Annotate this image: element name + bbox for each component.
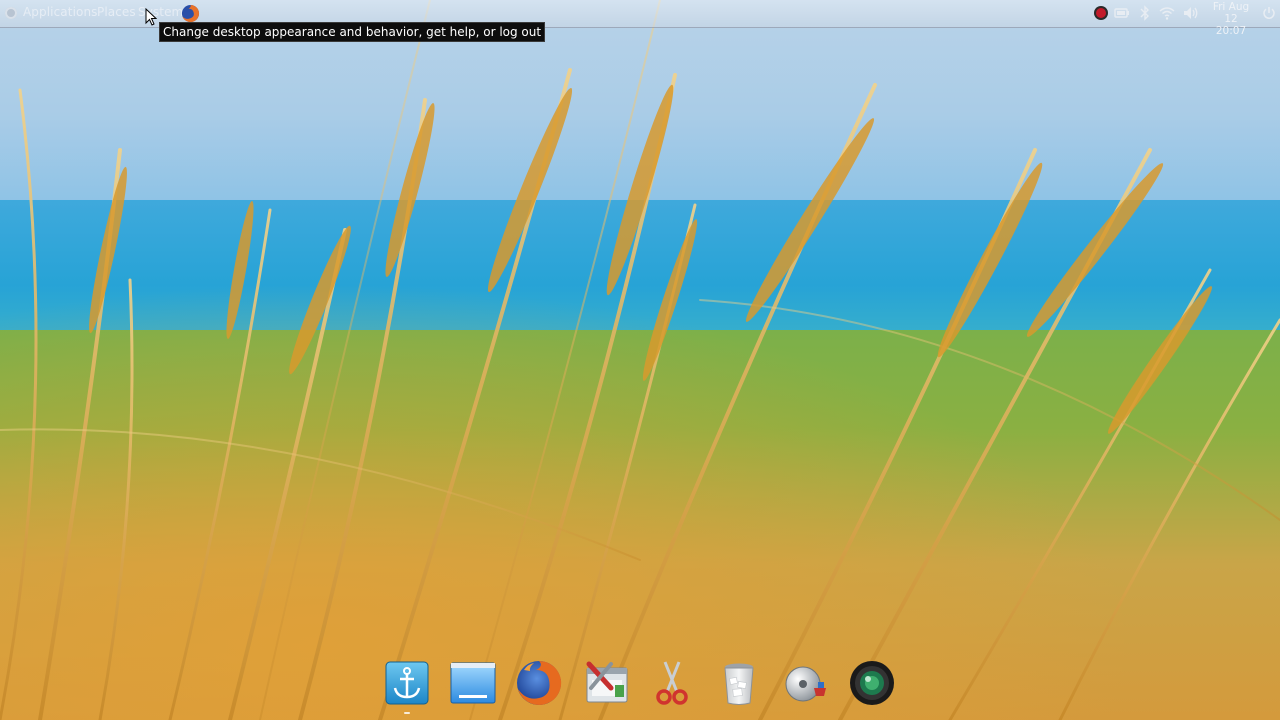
battery-icon[interactable] xyxy=(1114,5,1130,21)
dock xyxy=(376,652,906,720)
places-menu[interactable]: Places xyxy=(97,5,136,19)
firefox-icon[interactable] xyxy=(181,4,200,23)
applications-menu[interactable]: Applications xyxy=(23,5,98,19)
running-indicator xyxy=(404,712,410,714)
dock-item-show-desktop[interactable] xyxy=(448,658,498,712)
mouse-pointer-icon xyxy=(145,8,157,26)
trash-icon xyxy=(724,663,754,705)
wifi-icon[interactable] xyxy=(1159,5,1175,21)
dock-item-trash[interactable] xyxy=(714,658,764,712)
anchor-icon xyxy=(385,661,429,705)
wallpaper-grass xyxy=(0,0,1280,720)
clock-time: 20:07 xyxy=(1215,25,1247,37)
dock-item-anchor[interactable] xyxy=(382,658,432,714)
power-icon[interactable] xyxy=(1262,6,1276,20)
dock-item-system-tools[interactable] xyxy=(581,658,631,712)
dock-item-screenshot[interactable] xyxy=(647,658,697,712)
dock-item-disk-utility[interactable] xyxy=(780,658,830,712)
dock-item-firefox[interactable] xyxy=(514,658,564,712)
desktop-wallpaper xyxy=(0,0,1280,720)
scissors-icon xyxy=(656,661,688,705)
distro-logo-icon[interactable] xyxy=(5,7,17,19)
panel-clock[interactable]: Fri Aug 12 20:07 xyxy=(1205,1,1257,37)
camera-lens-icon xyxy=(850,661,894,705)
tools-icon xyxy=(586,661,628,703)
desktop-window-icon xyxy=(450,662,496,704)
system-menu-tooltip: Change desktop appearance and behavior, … xyxy=(159,22,546,42)
disk-icon xyxy=(785,666,826,702)
record-icon[interactable] xyxy=(1093,5,1109,21)
dock-item-camera[interactable] xyxy=(847,658,897,712)
volume-icon[interactable] xyxy=(1183,5,1199,21)
firefox-icon xyxy=(517,660,562,705)
clock-date: Fri Aug 12 xyxy=(1212,1,1250,25)
bluetooth-icon[interactable] xyxy=(1139,5,1151,21)
